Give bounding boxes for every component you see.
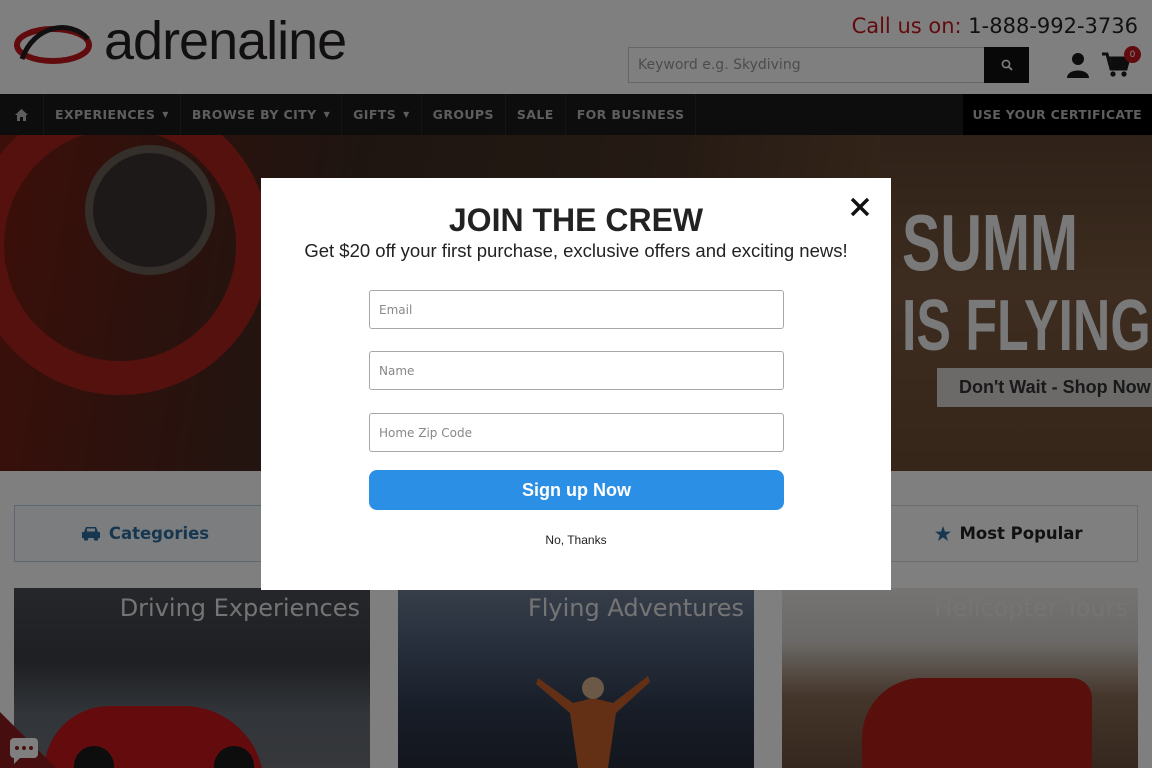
modal-subtitle: Get $20 off your first purchase, exclusi… (304, 240, 848, 261)
zip-code-field[interactable] (369, 413, 784, 452)
name-field[interactable] (369, 351, 784, 390)
modal-title: JOIN THE CREW (448, 202, 704, 238)
email-field[interactable] (369, 290, 784, 329)
sign-up-button[interactable]: Sign up Now (369, 470, 784, 510)
no-thanks-link[interactable]: No, Thanks (261, 533, 891, 547)
